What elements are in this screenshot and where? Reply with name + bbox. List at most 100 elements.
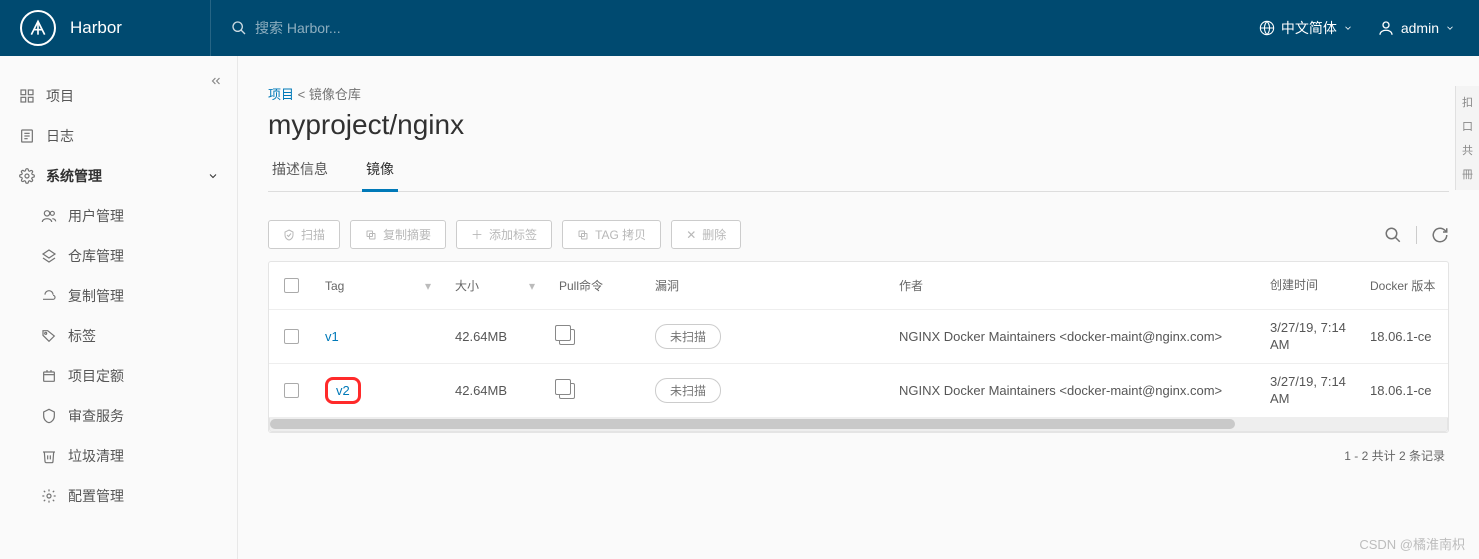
- app-header: Harbor 中文简体 admin: [0, 0, 1479, 56]
- sidebar-item-projects[interactable]: 项目: [0, 76, 237, 116]
- copy-pull-icon[interactable]: [559, 383, 575, 399]
- globe-icon: [1259, 20, 1275, 36]
- trash-icon: [40, 448, 58, 464]
- sidebar-item-users[interactable]: 用户管理: [0, 196, 237, 236]
- tag-copy-button[interactable]: TAG 拷贝: [562, 220, 661, 249]
- close-icon: ✕: [686, 228, 696, 242]
- vuln-badge: 未扫描: [655, 378, 721, 403]
- sidebar-item-label: 审查服务: [68, 406, 124, 426]
- col-tag[interactable]: Tag: [325, 279, 344, 293]
- shield-icon: [40, 408, 58, 424]
- filter-icon[interactable]: ▾: [529, 279, 535, 293]
- tag-link[interactable]: v2: [336, 383, 350, 398]
- col-pull[interactable]: Pull命令: [559, 277, 603, 294]
- refresh-icon[interactable]: [1431, 226, 1449, 244]
- row-checkbox[interactable]: [284, 383, 299, 398]
- users-icon: [40, 208, 58, 224]
- sidebar: 项目 日志 系统管理 用户管理 仓库管理 复制管理 标签 项目定: [0, 56, 238, 559]
- table-row: v1 42.64MB 未扫描 NGINX Docker Maintainers …: [269, 310, 1448, 364]
- language-label: 中文简体: [1281, 18, 1337, 38]
- highlight-box: v2: [325, 377, 361, 404]
- tag-icon: [40, 328, 58, 344]
- chevron-down-icon: [207, 170, 219, 182]
- cell-author: NGINX Docker Maintainers <docker-maint@n…: [899, 329, 1222, 344]
- copy-icon: [365, 229, 377, 241]
- quota-icon: [40, 368, 58, 384]
- chevron-down-icon: [1343, 23, 1353, 33]
- admin-icon: [18, 168, 36, 184]
- col-docker[interactable]: Docker 版本: [1370, 277, 1435, 294]
- add-tag-button[interactable]: ＋添加标签: [456, 220, 552, 249]
- cell-author: NGINX Docker Maintainers <docker-maint@n…: [899, 383, 1222, 398]
- cell-size: 42.64MB: [455, 329, 507, 344]
- page-title: myproject/nginx: [268, 109, 1449, 141]
- sidebar-item-logs[interactable]: 日志: [0, 116, 237, 156]
- col-author[interactable]: 作者: [899, 277, 923, 294]
- sidebar-item-registries[interactable]: 仓库管理: [0, 236, 237, 276]
- copy-digest-button[interactable]: 复制摘要: [350, 220, 446, 249]
- tab-images[interactable]: 镜像: [362, 149, 398, 192]
- col-size[interactable]: 大小: [455, 277, 479, 294]
- cell-size: 42.64MB: [455, 383, 507, 398]
- breadcrumb: 项目 < 镜像仓库: [268, 84, 1449, 103]
- delete-button[interactable]: ✕删除: [671, 220, 741, 249]
- user-menu[interactable]: admin: [1377, 19, 1455, 37]
- brand-name: Harbor: [70, 18, 122, 38]
- sidebar-item-label: 垃圾清理: [68, 446, 124, 466]
- breadcrumb-root[interactable]: 项目: [268, 87, 294, 102]
- sidebar-item-label: 项目: [46, 86, 74, 106]
- search-input[interactable]: [255, 20, 555, 36]
- horizontal-scrollbar[interactable]: [269, 418, 1448, 432]
- copy-pull-icon[interactable]: [559, 329, 575, 345]
- cell-docker: 18.06.1-ce: [1370, 383, 1431, 398]
- sidebar-item-interrogation[interactable]: 审查服务: [0, 396, 237, 436]
- sidebar-item-gc[interactable]: 垃圾清理: [0, 436, 237, 476]
- breadcrumb-sep: <: [298, 87, 306, 102]
- sidebar-item-label: 标签: [68, 326, 96, 346]
- tag-link[interactable]: v1: [325, 329, 339, 344]
- header-right: 中文简体 admin: [1235, 18, 1479, 38]
- watermark: CSDN @橘淮南枳: [1359, 534, 1465, 553]
- user-label: admin: [1401, 20, 1439, 36]
- tabs: 描述信息 镜像: [268, 149, 1449, 192]
- table-row: v2 42.64MB 未扫描 NGINX Docker Maintainers …: [269, 364, 1448, 418]
- search-area: [210, 0, 1235, 56]
- sidebar-item-label: 配置管理: [68, 486, 124, 506]
- filter-icon[interactable]: ▾: [425, 279, 431, 293]
- sidebar-item-config[interactable]: 配置管理: [0, 476, 237, 516]
- scan-button[interactable]: 扫描: [268, 220, 340, 249]
- registry-icon: [40, 248, 58, 264]
- logs-icon: [18, 128, 36, 144]
- sidebar-item-label: 系统管理: [46, 166, 102, 186]
- divider: [1416, 226, 1417, 244]
- search-icon[interactable]: [1384, 226, 1402, 244]
- sidebar-item-label: 用户管理: [68, 206, 124, 226]
- row-checkbox[interactable]: [284, 329, 299, 344]
- scrollbar-thumb[interactable]: [270, 419, 1235, 429]
- language-selector[interactable]: 中文简体: [1259, 18, 1353, 38]
- user-icon: [1377, 19, 1395, 37]
- copy-icon: [577, 229, 589, 241]
- plus-icon: ＋: [471, 226, 483, 243]
- sidebar-item-label: 项目定额: [68, 366, 124, 386]
- sidebar-collapse-icon[interactable]: [209, 74, 223, 88]
- sidebar-item-label: 复制管理: [68, 286, 124, 306]
- toolbar: 扫描 复制摘要 ＋添加标签 TAG 拷贝 ✕删除: [268, 220, 1449, 249]
- breadcrumb-current: 镜像仓库: [309, 87, 361, 102]
- search-icon: [231, 20, 247, 36]
- col-vuln[interactable]: 漏洞: [655, 277, 679, 294]
- right-rail[interactable]: 扣口共冊: [1455, 86, 1479, 190]
- logo-section: Harbor: [0, 10, 210, 46]
- cell-docker: 18.06.1-ce: [1370, 329, 1431, 344]
- sidebar-item-label: 日志: [46, 126, 74, 146]
- sidebar-item-labels[interactable]: 标签: [0, 316, 237, 356]
- vuln-badge: 未扫描: [655, 324, 721, 349]
- sidebar-item-quota[interactable]: 项目定额: [0, 356, 237, 396]
- tab-info[interactable]: 描述信息: [268, 149, 332, 191]
- sidebar-item-replication[interactable]: 复制管理: [0, 276, 237, 316]
- scan-shield-icon: [283, 229, 295, 241]
- select-all-checkbox[interactable]: [284, 278, 299, 293]
- col-created[interactable]: 创建时间: [1270, 278, 1318, 294]
- cell-created: 3/27/19, 7:14 AM: [1270, 374, 1346, 408]
- sidebar-item-admin[interactable]: 系统管理: [0, 156, 237, 196]
